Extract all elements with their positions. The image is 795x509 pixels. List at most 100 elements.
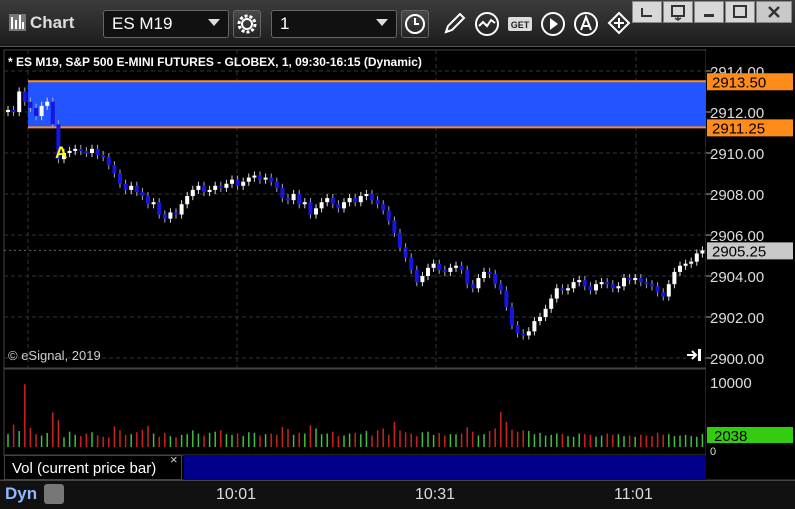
candle-body: [638, 278, 643, 283]
candle-body: [504, 290, 509, 307]
candle-body: [493, 273, 498, 285]
candle-body: [666, 284, 671, 297]
candle-body: [526, 331, 531, 336]
candle-body: [140, 191, 145, 197]
candle-body: [241, 181, 246, 186]
candle-body: [459, 265, 464, 270]
candle-body: [386, 210, 391, 221]
candle-body: [22, 91, 27, 102]
candle-body: [151, 202, 156, 205]
candle-body: [420, 276, 425, 283]
last-price-label: 2905.25: [712, 243, 766, 260]
candle-body: [95, 148, 100, 156]
candle-body: [694, 253, 699, 262]
candle-body: [381, 204, 386, 211]
candle-body: [286, 198, 290, 201]
candle-body: [454, 265, 458, 268]
candle-body: [627, 278, 632, 281]
candle-body: [403, 247, 408, 258]
candle-body: [263, 177, 268, 180]
candle-body: [302, 202, 307, 205]
candle-body: [521, 333, 526, 336]
candle-body: [90, 148, 94, 153]
candle-body: [78, 148, 83, 151]
candle-body: [196, 185, 201, 190]
candle-body: [431, 263, 436, 268]
candle: [50, 97, 55, 129]
volume-tick-label: 10000: [710, 375, 752, 392]
candle-body: [599, 282, 604, 285]
candle-body: [633, 278, 638, 281]
candle-body: [347, 198, 352, 203]
scroll-to-end-icon[interactable]: [686, 348, 704, 362]
candle-body: [246, 177, 251, 182]
candle-body: [605, 282, 610, 285]
candle-body: [224, 183, 229, 188]
candle-body: [594, 284, 598, 291]
candle-body: [6, 109, 10, 112]
lock-icon[interactable]: [44, 484, 64, 504]
candle-body: [213, 185, 218, 190]
candle-body: [297, 194, 302, 205]
candle-body: [157, 202, 162, 215]
candle-body: [269, 177, 274, 182]
candle-body: [655, 286, 660, 293]
candle-body: [650, 284, 654, 287]
candle-body: [465, 269, 470, 285]
candle-body: [207, 189, 212, 192]
candle-body: [45, 101, 50, 106]
candle-body: [179, 204, 184, 215]
candle-body: [364, 194, 369, 197]
candle-body: [543, 308, 548, 317]
candle-body: [336, 204, 341, 209]
candle-body: [162, 214, 167, 219]
time-axis-label: 11:01: [614, 486, 653, 503]
candle-body: [414, 269, 419, 283]
candle-body: [39, 105, 44, 117]
candle-body: [510, 306, 514, 326]
candle-body: [358, 196, 363, 203]
candle-body: [230, 179, 234, 184]
zone-low-price-label: 2911.25: [712, 120, 765, 137]
volume-close-icon[interactable]: ×: [170, 452, 178, 467]
candle-body: [538, 317, 542, 322]
candle-body: [280, 187, 285, 199]
candle-body: [616, 286, 621, 289]
candle-body: [101, 155, 106, 158]
price-chart[interactable]: A2914.002912.002910.002908.002906.002904…: [0, 0, 795, 508]
candle-body: [28, 101, 33, 108]
candle-body: [235, 179, 240, 186]
candle-body: [185, 196, 190, 205]
volume-study-label[interactable]: Vol (current price bar): [12, 460, 156, 477]
candle-body: [487, 271, 492, 274]
candle-body: [17, 91, 22, 112]
candle-body: [532, 321, 537, 332]
candle-body: [319, 202, 324, 209]
candle: [17, 87, 22, 117]
candle-body: [67, 150, 72, 153]
price-tick-label: 2902.00: [710, 310, 764, 327]
zone-high-price-label: 2913.50: [712, 74, 766, 91]
candle-body: [353, 198, 358, 203]
candle-body: [342, 202, 346, 209]
candle-body: [678, 265, 682, 272]
candle-body: [123, 183, 128, 190]
candle-body: [398, 232, 402, 248]
candle-body: [370, 194, 374, 201]
candle-body: [554, 288, 559, 299]
candle-body: [50, 101, 55, 125]
candle-body: [610, 284, 615, 289]
dynamic-mode-label[interactable]: Dyn: [5, 484, 37, 504]
candle-body: [549, 298, 554, 309]
candle-body: [582, 280, 587, 287]
candle-body: [146, 196, 150, 205]
candle-body: [622, 278, 626, 287]
price-tick-label: 2910.00: [710, 146, 764, 163]
candle-body: [308, 202, 313, 215]
candle-body: [437, 263, 442, 270]
candle-body: [112, 165, 117, 174]
last-volume-label: 2038: [714, 428, 747, 445]
price-tick-label: 2908.00: [710, 187, 764, 204]
candle-body: [202, 185, 206, 192]
candle-body: [34, 107, 38, 117]
